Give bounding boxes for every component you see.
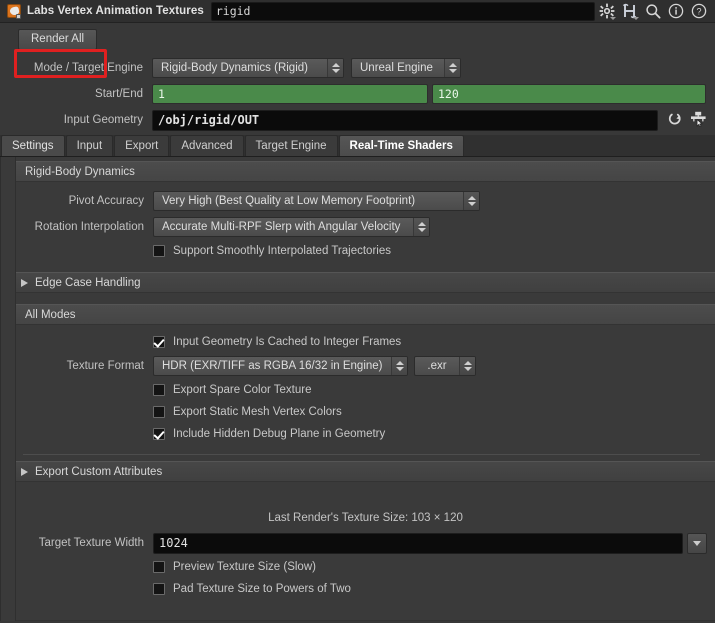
tab-content-panel: Rigid-Body Dynamics Pivot Accuracy Very … xyxy=(0,157,715,621)
tab-export[interactable]: Export xyxy=(114,135,170,156)
texture-format-dropdown[interactable]: HDR (EXR/TIFF as RGBA 16/32 in Engine) xyxy=(153,356,408,376)
rotation-interpolation-row: Rotation Interpolation Accurate Multi-RP… xyxy=(1,214,715,240)
gear-icon[interactable] xyxy=(599,3,616,20)
pad-powers-of-two-label: Pad Texture Size to Powers of Two xyxy=(173,583,351,595)
node-picker-icon[interactable] xyxy=(690,111,707,130)
input-geometry-icon-group xyxy=(658,111,707,130)
start-frame-input[interactable]: 1 xyxy=(152,84,428,104)
mode-dropdown-spinner[interactable] xyxy=(327,59,343,77)
support-smooth-trajectories-checkbox[interactable] xyxy=(153,245,165,257)
render-all-button[interactable]: Render All xyxy=(18,29,98,50)
export-spare-color-label: Export Spare Color Texture xyxy=(173,384,312,396)
pivot-accuracy-spinner[interactable] xyxy=(463,192,479,210)
rotation-interpolation-spinner[interactable] xyxy=(413,218,429,236)
input-cached-label: Input Geometry Is Cached to Integer Fram… xyxy=(173,336,402,348)
titlebar: Labs Vertex Animation Textures rigid ? xyxy=(0,0,715,23)
section-title-all-modes: All Modes xyxy=(25,308,76,321)
section-header-rigid-body-dynamics[interactable]: Rigid-Body Dynamics xyxy=(16,161,715,182)
pivot-accuracy-dropdown[interactable]: Very High (Best Quality at Low Memory Fo… xyxy=(153,191,480,211)
input-cached-checkbox[interactable] xyxy=(153,336,165,348)
tab-real-time-shaders[interactable]: Real-Time Shaders xyxy=(338,135,464,156)
section-title-export-custom-attributes: Export Custom Attributes xyxy=(35,465,163,478)
render-all-button-wrap: Render All xyxy=(18,29,98,50)
include-debug-plane-row: Include Hidden Debug Plane in Geometry xyxy=(1,423,715,445)
texture-format-row: Texture Format HDR (EXR/TIFF as RGBA 16/… xyxy=(1,353,715,379)
texture-format-value: HDR (EXR/TIFF as RGBA 16/32 in Engine) xyxy=(162,360,383,372)
pivot-accuracy-row: Pivot Accuracy Very High (Best Quality a… xyxy=(1,188,715,214)
chevron-down-icon xyxy=(693,540,701,546)
texture-extension-spinner[interactable] xyxy=(459,357,475,375)
start-end-label: Start/End xyxy=(95,88,143,100)
labs-node-icon xyxy=(7,3,22,19)
search-icon[interactable] xyxy=(645,3,661,20)
export-static-mesh-label: Export Static Mesh Vertex Colors xyxy=(173,406,342,418)
last-render-texture-size-note: Last Render's Texture Size: 103 × 120 xyxy=(268,512,463,524)
mode-dropdown[interactable]: Rigid-Body Dynamics (Rigid) xyxy=(152,58,344,78)
pivot-accuracy-value: Very High (Best Quality at Low Memory Fo… xyxy=(162,195,416,207)
panel-bottom-rule xyxy=(16,620,715,621)
include-debug-plane-checkbox[interactable] xyxy=(153,428,165,440)
texture-format-label: Texture Format xyxy=(66,360,144,372)
indent-guide xyxy=(15,157,16,621)
target-engine-dropdown[interactable]: Unreal Engine xyxy=(351,58,461,78)
input-geometry-row: Input Geometry /obj/rigid/OUT xyxy=(0,107,715,133)
vat-node-parameter-window: Labs Vertex Animation Textures rigid ? R… xyxy=(0,0,715,623)
target-texture-width-menu-button[interactable] xyxy=(687,532,707,554)
input-cached-row: Input Geometry Is Cached to Integer Fram… xyxy=(1,331,715,353)
support-smooth-trajectories-row: Support Smoothly Interpolated Trajectori… xyxy=(1,240,715,262)
pivot-accuracy-label: Pivot Accuracy xyxy=(68,195,144,207)
preview-texture-size-row: Preview Texture Size (Slow) xyxy=(1,556,715,578)
page-title: Labs Vertex Animation Textures xyxy=(27,5,204,17)
target-engine-dropdown-value: Unreal Engine xyxy=(360,62,433,74)
texture-extension-value: .exr xyxy=(427,360,447,372)
start-end-row: Start/End 1 120 xyxy=(0,81,715,107)
section-title-edge-case-handling: Edge Case Handling xyxy=(35,276,141,289)
svg-text:?: ? xyxy=(696,6,701,16)
rotation-interpolation-dropdown[interactable]: Accurate Multi-RPF Slerp with Angular Ve… xyxy=(153,217,430,237)
mode-target-engine-label: Mode / Target Engine xyxy=(33,62,143,74)
help-icon[interactable]: ? xyxy=(691,3,707,20)
input-geometry-input[interactable]: /obj/rigid/OUT xyxy=(152,109,658,131)
pad-powers-of-two-checkbox[interactable] xyxy=(153,583,165,595)
preview-texture-size-checkbox[interactable] xyxy=(153,561,165,573)
render-all-row: Render All xyxy=(0,23,715,78)
export-spare-color-checkbox[interactable] xyxy=(153,384,165,396)
tab-input[interactable]: Input xyxy=(65,135,114,156)
input-geometry-label: Input Geometry xyxy=(63,114,143,126)
titlebar-icon-group: ? xyxy=(599,3,713,20)
include-debug-plane-label: Include Hidden Debug Plane in Geometry xyxy=(173,428,386,440)
chevron-right-icon xyxy=(21,467,28,476)
section-header-edge-case-handling[interactable]: Edge Case Handling xyxy=(16,272,715,293)
target-texture-width-row: Target Texture Width 1024 xyxy=(1,530,715,556)
texture-extension-dropdown[interactable]: .exr xyxy=(414,356,476,376)
preview-texture-size-label: Preview Texture Size (Slow) xyxy=(173,561,316,573)
pad-powers-of-two-row: Pad Texture Size to Powers of Two xyxy=(1,578,715,600)
mode-target-engine-row: Mode / Target Engine Rigid-Body Dynamics… xyxy=(0,55,715,81)
section-header-export-custom-attributes[interactable]: Export Custom Attributes xyxy=(16,461,715,482)
target-texture-width-input[interactable]: 1024 xyxy=(153,532,683,554)
rotation-interpolation-label: Rotation Interpolation xyxy=(34,221,144,233)
target-engine-dropdown-spinner[interactable] xyxy=(444,59,460,77)
info-icon[interactable] xyxy=(668,3,684,20)
mode-dropdown-value: Rigid-Body Dynamics (Rigid) xyxy=(161,62,308,74)
export-static-mesh-checkbox[interactable] xyxy=(153,406,165,418)
divider xyxy=(23,454,700,455)
section-header-all-modes[interactable]: All Modes xyxy=(16,304,715,325)
target-texture-width-label: Target Texture Width xyxy=(38,537,144,549)
section-title-rigid-body-dynamics: Rigid-Body Dynamics xyxy=(25,165,135,178)
reload-icon[interactable] xyxy=(667,112,682,129)
texture-format-spinner[interactable] xyxy=(391,357,407,375)
parameter-tabbar: Settings Input Export Advanced Target En… xyxy=(0,135,715,157)
export-static-mesh-row: Export Static Mesh Vertex Colors xyxy=(1,401,715,423)
rotation-interpolation-value: Accurate Multi-RPF Slerp with Angular Ve… xyxy=(162,221,401,233)
chevron-right-icon xyxy=(21,278,28,287)
tab-target-engine[interactable]: Target Engine xyxy=(244,135,338,156)
tab-advanced[interactable]: Advanced xyxy=(170,135,244,156)
end-frame-input[interactable]: 120 xyxy=(432,84,706,104)
houdini-h-icon[interactable] xyxy=(622,3,639,20)
export-spare-color-row: Export Spare Color Texture xyxy=(1,379,715,401)
support-smooth-trajectories-label: Support Smoothly Interpolated Trajectori… xyxy=(173,245,391,257)
node-name-input[interactable]: rigid xyxy=(210,1,595,21)
tab-settings[interactable]: Settings xyxy=(1,135,65,156)
